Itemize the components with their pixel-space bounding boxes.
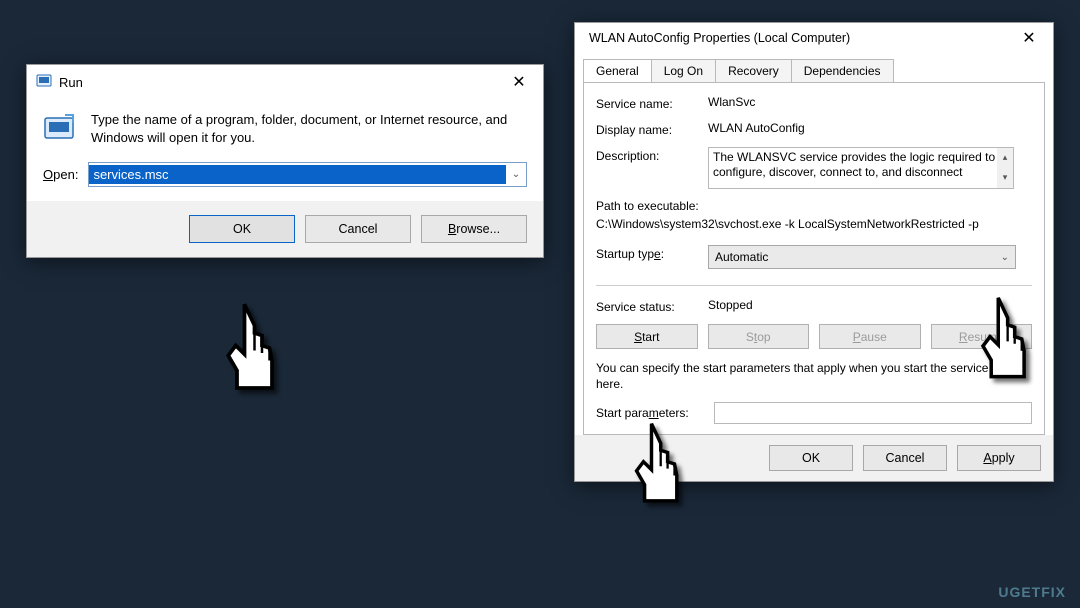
service-name-value: WlanSvc xyxy=(708,95,755,109)
path-value: C:\Windows\system32\svchost.exe -k Local… xyxy=(596,217,1032,231)
run-title: Run xyxy=(59,75,83,90)
props-titlebar[interactable]: WLAN AutoConfig Properties (Local Comput… xyxy=(575,23,1053,53)
start-params-input[interactable] xyxy=(714,402,1032,424)
startup-type-select[interactable]: Automatic ⌄ xyxy=(708,245,1016,269)
close-icon[interactable]: ✕ xyxy=(503,72,535,92)
display-name-value: WLAN AutoConfig xyxy=(708,121,805,135)
startup-type-label: Startup type: xyxy=(596,245,708,261)
pause-button: Pause xyxy=(819,324,921,349)
scroll-down-icon[interactable]: ▾ xyxy=(997,168,1013,188)
program-icon xyxy=(43,111,77,145)
service-name-label: Service name: xyxy=(596,95,708,111)
display-name-label: Display name: xyxy=(596,121,708,137)
description-scrollbar[interactable]: ▴ ▾ xyxy=(997,148,1013,188)
ok-button[interactable]: OK xyxy=(189,215,295,243)
path-block: Path to executable: C:\Windows\system32\… xyxy=(596,199,1032,231)
run-dialog: Run ✕ Type the name of a program, folder… xyxy=(26,64,544,258)
open-input[interactable]: services.msc xyxy=(89,165,506,184)
props-footer: OK Cancel Apply xyxy=(575,435,1053,481)
stop-button: Stop xyxy=(708,324,810,349)
ok-button[interactable]: OK xyxy=(769,445,853,471)
start-button[interactable]: Start xyxy=(596,324,698,349)
service-status-value: Stopped xyxy=(708,298,753,312)
run-button-row: OK Cancel Browse... xyxy=(27,201,543,257)
watermark: UGETFIX xyxy=(998,584,1066,600)
start-params-label: Start parameters: xyxy=(596,406,708,420)
description-label: Description: xyxy=(596,147,708,163)
browse-button[interactable]: Browse... xyxy=(421,215,527,243)
properties-dialog: WLAN AutoConfig Properties (Local Comput… xyxy=(574,22,1054,482)
start-params-note: You can specify the start parameters tha… xyxy=(596,361,1032,392)
open-combobox[interactable]: services.msc ⌄ xyxy=(88,162,527,187)
run-icon xyxy=(35,72,53,93)
apply-button[interactable]: Apply xyxy=(957,445,1041,471)
service-control-buttons: Start Stop Pause Resume xyxy=(596,324,1032,349)
tab-general[interactable]: General xyxy=(583,59,652,82)
open-label: Open: xyxy=(43,167,78,182)
divider xyxy=(596,285,1032,286)
cancel-button[interactable]: Cancel xyxy=(863,445,947,471)
scroll-up-icon[interactable]: ▴ xyxy=(997,148,1013,168)
cancel-button[interactable]: Cancel xyxy=(305,215,411,243)
chevron-down-icon[interactable]: ⌄ xyxy=(506,169,526,180)
run-titlebar[interactable]: Run ✕ xyxy=(27,65,543,99)
cursor-icon xyxy=(218,298,296,401)
resume-button: Resume xyxy=(931,324,1033,349)
tab-dependencies[interactable]: Dependencies xyxy=(791,59,894,82)
props-title: WLAN AutoConfig Properties (Local Comput… xyxy=(589,31,850,45)
tab-logon[interactable]: Log On xyxy=(651,59,716,82)
tab-recovery[interactable]: Recovery xyxy=(715,59,792,82)
run-description: Type the name of a program, folder, docu… xyxy=(91,111,527,146)
props-body: Service name: WlanSvc Display name: WLAN… xyxy=(583,82,1045,435)
description-text: The WLANSVC service provides the logic r… xyxy=(713,150,995,179)
close-icon[interactable]: ✕ xyxy=(1013,28,1045,48)
path-label: Path to executable: xyxy=(596,199,1032,213)
service-status-label: Service status: xyxy=(596,298,708,314)
tab-strip: General Log On Recovery Dependencies xyxy=(575,53,1053,82)
description-box[interactable]: The WLANSVC service provides the logic r… xyxy=(708,147,1014,189)
chevron-down-icon[interactable]: ⌄ xyxy=(1001,252,1009,263)
startup-type-value: Automatic xyxy=(715,250,768,264)
